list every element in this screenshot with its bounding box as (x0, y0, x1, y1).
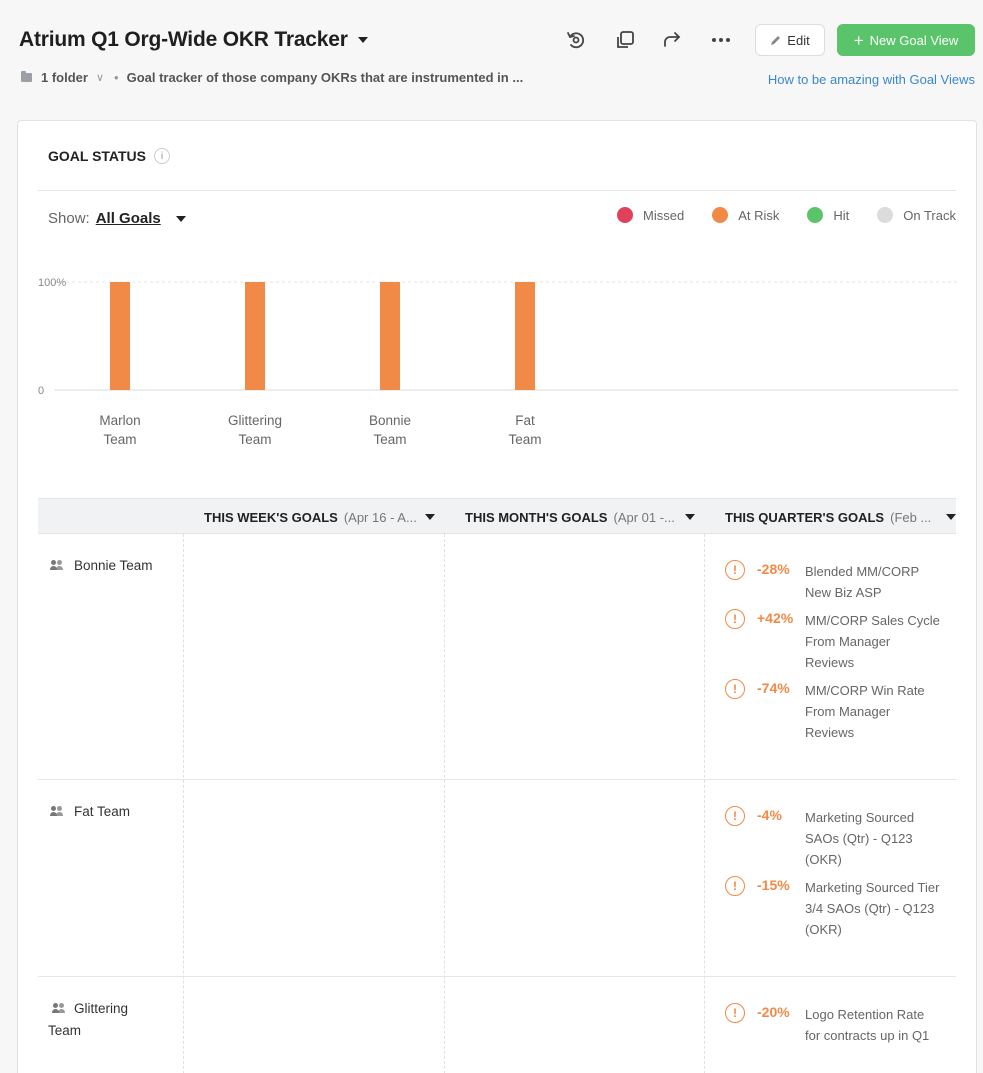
chevron-down-icon[interactable] (357, 37, 368, 43)
chevron-down-icon[interactable]: ∨ (96, 71, 104, 84)
legend-item-at-risk[interactable]: At Risk (712, 207, 779, 223)
column-header-week[interactable]: THIS WEEK'S GOALS (Apr 16 - A... (204, 499, 444, 535)
new-goal-view-button[interactable]: + New Goal View (837, 24, 975, 56)
column-divider (183, 534, 184, 1073)
legend-dot (617, 207, 633, 223)
show-filter-value[interactable]: All Goals (96, 210, 161, 227)
view-description: Goal tracker of those company OKRs that … (126, 70, 524, 85)
chevron-down-icon[interactable] (946, 514, 956, 520)
team-icon (50, 806, 64, 818)
team-icon (50, 560, 64, 572)
refresh-icon[interactable] (564, 28, 588, 52)
x-tick-label: Glittering Team (228, 413, 282, 447)
chevron-down-icon[interactable] (425, 514, 435, 520)
y-tick-label: 100% (38, 277, 66, 289)
goal-item[interactable]: ! +42% MM/CORP Sales Cycle From Manager … (725, 608, 940, 673)
info-icon[interactable]: i (154, 148, 170, 164)
goal-status-card: GOAL STATUS i Show: All Goals Missed At … (17, 120, 977, 1073)
team-icon (52, 1003, 66, 1015)
warning-icon: ! (725, 1003, 745, 1023)
chart-bar (515, 282, 535, 390)
warning-icon: ! (725, 560, 745, 580)
chart-legend: Missed At Risk Hit On Track (617, 207, 956, 223)
warning-icon: ! (725, 609, 745, 629)
pencil-icon (771, 35, 781, 45)
edit-button[interactable]: Edit (755, 24, 825, 56)
show-filter[interactable]: Show: All Goals (48, 210, 186, 227)
legend-dot (807, 207, 824, 223)
warning-icon: ! (725, 679, 745, 699)
chart-bar (110, 282, 130, 390)
table-header: THIS WEEK'S GOALS (Apr 16 - A... THIS MO… (38, 498, 956, 534)
legend-dot (712, 207, 729, 223)
column-divider (444, 534, 445, 1073)
divider (38, 190, 956, 191)
folder-link[interactable]: 1 folder (41, 70, 88, 85)
column-header-month[interactable]: THIS MONTH'S GOALS (Apr 01 -... (465, 499, 705, 535)
plus-icon: + (853, 30, 864, 50)
folder-icon (21, 71, 32, 82)
legend-item-hit[interactable]: Hit (807, 207, 849, 223)
table-row-team[interactable]: Fat Team (50, 801, 130, 823)
duplicate-icon[interactable] (613, 28, 637, 52)
column-header-quarter[interactable]: THIS QUARTER'S GOALS (Feb ... (725, 499, 957, 535)
goal-item[interactable]: ! -28% Blended MM/CORP New Biz ASP (725, 559, 940, 603)
chevron-down-icon[interactable] (175, 215, 186, 222)
legend-item-on-track[interactable]: On Track (877, 207, 956, 223)
breadcrumb: 1 folder ∨ • Goal tracker of those compa… (21, 70, 523, 85)
chevron-down-icon[interactable] (685, 514, 695, 520)
legend-dot (877, 207, 894, 223)
column-divider (704, 534, 705, 1073)
separator-dot: • (114, 70, 119, 85)
share-icon[interactable] (660, 28, 684, 52)
legend-item-missed[interactable]: Missed (617, 207, 684, 223)
chart-bar (380, 282, 400, 390)
table-row-team[interactable]: Bonnie Team (50, 555, 153, 577)
table-row-team[interactable]: Glittering Team (48, 998, 160, 1042)
goal-item[interactable]: ! -4% Marketing Sourced SAOs (Qtr) - Q12… (725, 805, 940, 870)
more-icon[interactable] (709, 28, 733, 52)
row-separator (38, 976, 956, 977)
card-title: GOAL STATUS i (48, 148, 170, 164)
help-link[interactable]: How to be amazing with Goal Views (768, 72, 975, 87)
x-tick-label: Fat Team (508, 413, 541, 447)
goal-item[interactable]: ! -15% Marketing Sourced Tier 3/4 SAOs (… (725, 875, 940, 940)
row-separator (38, 779, 956, 780)
goal-status-chart: 100% 0 Marlon Team Glittering Team Bonnie Team F… (38, 277, 958, 447)
page-title[interactable]: Atrium Q1 Org-Wide OKR Tracker (19, 28, 368, 52)
x-tick-label: Bonnie Team (369, 413, 411, 447)
x-tick-label: Marlon Team (99, 413, 140, 447)
chart-bar (245, 282, 265, 390)
warning-icon: ! (725, 876, 745, 896)
warning-icon: ! (725, 806, 745, 826)
goal-item[interactable]: ! -20% Logo Retention Rate for contracts… (725, 1002, 940, 1046)
y-tick-label: 0 (38, 385, 44, 397)
goal-item[interactable]: ! -74% MM/CORP Win Rate From Manager Rev… (725, 678, 940, 743)
